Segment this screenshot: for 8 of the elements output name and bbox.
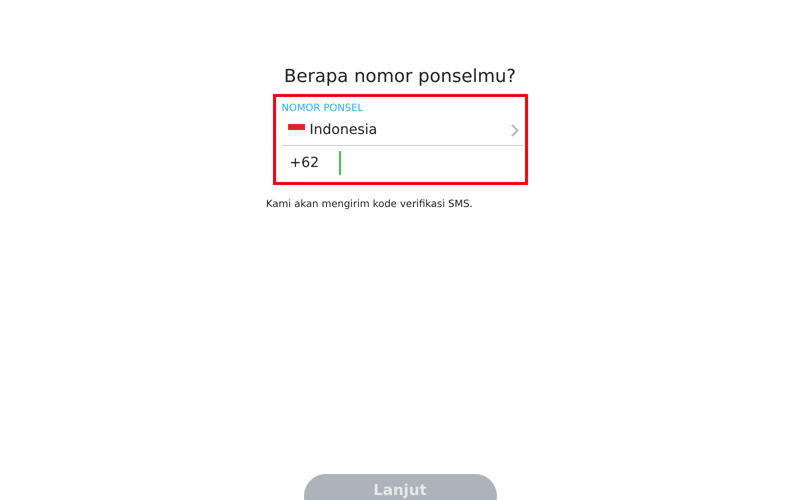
hint-text: Kami akan mengirim kode verifikasi SMS. xyxy=(266,199,474,210)
phone-input[interactable]: +62 xyxy=(282,146,522,180)
chevron-icon xyxy=(510,124,518,136)
flag-icon xyxy=(288,124,304,136)
field-label: NOMOR PONSEL xyxy=(282,103,364,115)
country-selector[interactable]: Indonesia xyxy=(282,115,522,146)
page-title: Berapa nomor ponselmu? xyxy=(284,66,516,88)
text-cursor xyxy=(339,151,342,175)
